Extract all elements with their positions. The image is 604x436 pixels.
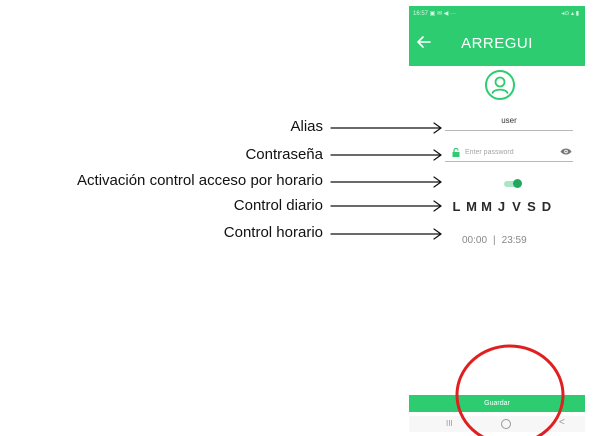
arrow-daily-control <box>330 200 442 212</box>
annotation-overlay <box>330 122 565 436</box>
arrow-schedule-activation <box>330 176 442 188</box>
arrow-alias <box>330 122 442 134</box>
arrow-hourly-control <box>330 228 442 240</box>
arrow-password <box>330 149 442 161</box>
highlight-circle <box>455 344 565 436</box>
